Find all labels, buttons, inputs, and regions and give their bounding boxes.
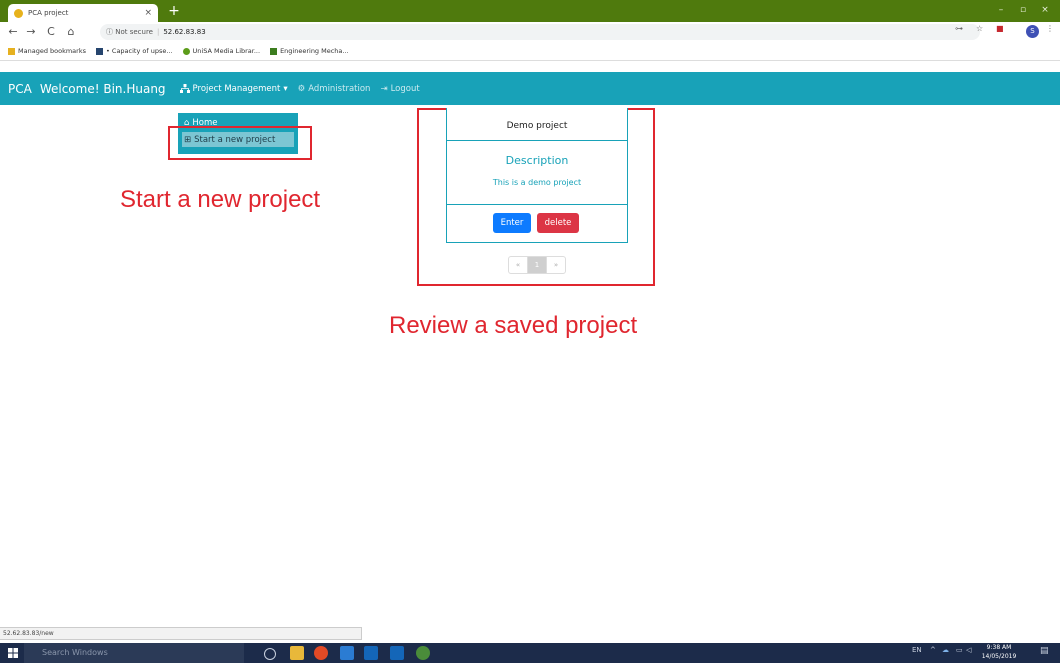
enter-button[interactable]: Enter xyxy=(493,213,531,233)
favicon-icon xyxy=(14,8,23,18)
windows-start-icon[interactable] xyxy=(8,648,18,658)
extension-icon[interactable]: ■ xyxy=(996,24,1004,33)
pagination-page[interactable]: 1 xyxy=(528,257,547,273)
nav-administration[interactable]: ⚙ Administration xyxy=(298,84,371,94)
bookmark-item[interactable]: UniSA Media Librar... xyxy=(182,47,261,55)
outlook-icon[interactable] xyxy=(364,646,378,660)
project-name: Demo project xyxy=(447,108,627,141)
sign-out-icon: ⇥ xyxy=(380,83,388,94)
project-card: Demo project Description This is a demo … xyxy=(446,108,628,243)
tab-title: PCA project xyxy=(28,9,69,17)
file-explorer-icon[interactable] xyxy=(290,646,304,660)
folder-icon xyxy=(8,47,15,55)
bookmarks-bar: Managed bookmarks • Capacity of upse... … xyxy=(0,42,1060,61)
reload-button[interactable]: C xyxy=(44,23,58,41)
delete-button[interactable]: delete xyxy=(537,213,579,233)
caret-down-icon: ▾ xyxy=(283,83,288,94)
annotation-review-text: Review a saved project xyxy=(389,312,638,339)
bookmark-star-icon[interactable]: ☆ xyxy=(976,24,983,33)
welcome-text: Welcome! Bin.Huang xyxy=(39,81,166,96)
browser-tab-strip xyxy=(0,0,1060,22)
back-button[interactable]: ← xyxy=(6,23,20,41)
chrome-icon[interactable] xyxy=(314,646,328,660)
app-navbar: PCA Welcome! Bin.Huang Project Managemen… xyxy=(0,72,1060,105)
tab-close-icon[interactable]: × xyxy=(144,8,152,18)
sitemap-icon xyxy=(179,84,190,93)
volume-icon[interactable]: ◁ xyxy=(966,646,971,654)
url-text[interactable]: 52.62.83.83 xyxy=(163,28,205,36)
bookmark-favicon-icon xyxy=(96,47,103,55)
language-indicator[interactable]: EN xyxy=(912,646,922,654)
chrome-menu-icon[interactable]: ⋮ xyxy=(1046,24,1054,33)
profile-avatar[interactable]: S xyxy=(1026,25,1039,38)
url-separator: | xyxy=(156,28,160,36)
bookmark-label: • Capacity of upse... xyxy=(106,47,173,55)
bookmark-item[interactable]: Managed bookmarks xyxy=(8,47,86,55)
bookmark-item[interactable]: • Capacity of upse... xyxy=(96,47,173,55)
task-view-icon[interactable] xyxy=(264,648,276,660)
taskbar-search[interactable]: Search Windows xyxy=(24,643,244,663)
bookmark-label: Engineering Mecha... xyxy=(280,47,349,55)
app-icon[interactable] xyxy=(340,646,354,660)
home-button[interactable]: ⌂ xyxy=(64,23,78,41)
taskbar-clock[interactable]: 9:38 AM 14/05/2019 xyxy=(978,643,1020,661)
bookmark-favicon-icon xyxy=(182,47,190,55)
project-description: This is a demo project xyxy=(492,178,582,187)
onedrive-icon[interactable]: ☁ xyxy=(942,646,949,654)
clock-time: 9:38 AM xyxy=(986,644,1012,651)
outlook-icon[interactable] xyxy=(390,646,404,660)
pagination-next[interactable]: » xyxy=(547,257,565,273)
clock-date: 14/05/2019 xyxy=(981,653,1017,660)
restore-button[interactable]: ▫ xyxy=(1012,2,1034,18)
nav-logout[interactable]: ⇥ Logout xyxy=(380,84,419,94)
close-window-button[interactable]: × xyxy=(1034,2,1056,18)
minimize-button[interactable]: – xyxy=(990,2,1012,18)
new-tab-button[interactable]: + xyxy=(166,3,182,19)
notification-icon[interactable]: ▤ xyxy=(1040,646,1049,656)
annotation-box-start xyxy=(168,126,312,160)
bookmark-favicon-icon xyxy=(270,47,278,55)
network-icon[interactable]: ▭ xyxy=(956,646,963,654)
forward-button[interactable]: → xyxy=(24,23,38,41)
address-bar[interactable]: ⓘ Not secure | 52.62.83.83 xyxy=(100,24,980,40)
app-brand[interactable]: PCA xyxy=(8,82,32,96)
annotation-start-text: Start a new project xyxy=(120,186,321,213)
pagination-prev[interactable]: « xyxy=(509,257,528,273)
pagination: « 1 » xyxy=(508,256,566,274)
security-indicator[interactable]: ⓘ Not secure xyxy=(106,27,153,37)
nav-project-management[interactable]: Project Management ▾ xyxy=(179,83,288,94)
tray-chevron-icon[interactable]: ^ xyxy=(930,646,936,654)
key-icon[interactable]: ⊶ xyxy=(955,24,963,33)
app-icon[interactable] xyxy=(416,646,430,660)
browser-tab[interactable]: PCA project × xyxy=(8,4,158,22)
nav-administration-label: Administration xyxy=(308,83,371,94)
nav-logout-label: Logout xyxy=(390,83,420,94)
gears-icon: ⚙ xyxy=(297,83,306,94)
description-heading: Description xyxy=(505,154,569,167)
bookmark-label: Managed bookmarks xyxy=(18,47,86,55)
nav-project-management-label: Project Management xyxy=(192,83,281,94)
bookmark-label: UniSA Media Librar... xyxy=(192,47,261,55)
bookmark-item[interactable]: Engineering Mecha... xyxy=(270,47,349,55)
status-url-bar: 52.62.83.83/new xyxy=(0,627,362,640)
card-divider xyxy=(447,204,627,205)
